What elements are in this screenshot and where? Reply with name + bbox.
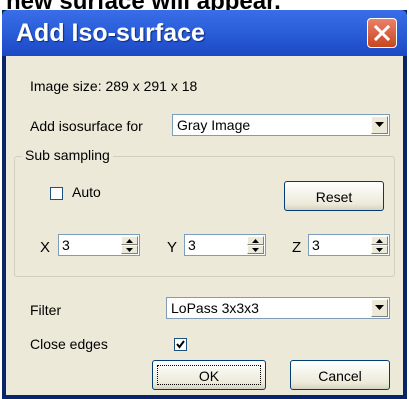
z-spin-input[interactable]: 3 (308, 234, 390, 256)
spin-down-icon[interactable] (371, 245, 388, 254)
filter-select-value: LoPass 3x3x3 (171, 300, 259, 316)
chevron-down-icon[interactable] (371, 299, 388, 317)
checkmark-icon (176, 340, 185, 349)
isosurface-select-value: Gray Image (177, 117, 251, 133)
x-spin-buttons[interactable] (121, 236, 138, 254)
spin-up-icon[interactable] (247, 236, 264, 245)
dialog-window: Add Iso-surface Image size: 289 x 291 x … (2, 10, 407, 399)
z-spin-buttons[interactable] (371, 236, 388, 254)
x-axis-label: X (40, 239, 51, 256)
sub-sampling-group (14, 156, 395, 277)
reset-button[interactable]: Reset (284, 181, 384, 211)
z-spin-value: 3 (312, 237, 320, 253)
filter-select[interactable]: LoPass 3x3x3 (166, 297, 390, 319)
chevron-down-icon[interactable] (371, 116, 388, 134)
sub-sampling-title: Sub sampling (22, 147, 113, 163)
spin-up-icon[interactable] (121, 236, 138, 245)
close-edges-checkbox[interactable] (174, 338, 187, 351)
spin-down-icon[interactable] (121, 245, 138, 254)
auto-checkbox[interactable] (50, 187, 63, 200)
y-spin-buttons[interactable] (247, 236, 264, 254)
y-spin-value: 3 (188, 237, 196, 253)
title-bar[interactable]: Add Iso-surface (2, 10, 407, 56)
filter-label: Filter (30, 302, 62, 318)
x-spin-input[interactable]: 3 (58, 234, 140, 256)
spin-up-icon[interactable] (371, 236, 388, 245)
spin-down-icon[interactable] (247, 245, 264, 254)
y-spin-input[interactable]: 3 (184, 234, 266, 256)
x-spin-value: 3 (62, 237, 70, 253)
isosurface-label: Add isosurface for (30, 118, 143, 134)
auto-label: Auto (72, 184, 101, 200)
y-axis-label: Y (167, 239, 178, 256)
cancel-button[interactable]: Cancel (290, 360, 390, 390)
z-axis-label: Z (292, 239, 302, 256)
ok-button[interactable]: OK (152, 360, 266, 390)
close-icon (373, 24, 391, 42)
isosurface-select[interactable]: Gray Image (172, 114, 390, 136)
image-size-text: Image size: 289 x 291 x 18 (30, 78, 198, 94)
dialog-body: Image size: 289 x 291 x 18 Add isosurfac… (6, 56, 403, 395)
focus-rect (157, 365, 261, 385)
close-button[interactable] (367, 18, 397, 48)
close-edges-label: Close edges (30, 336, 108, 352)
dialog-title: Add Iso-surface (16, 19, 205, 47)
